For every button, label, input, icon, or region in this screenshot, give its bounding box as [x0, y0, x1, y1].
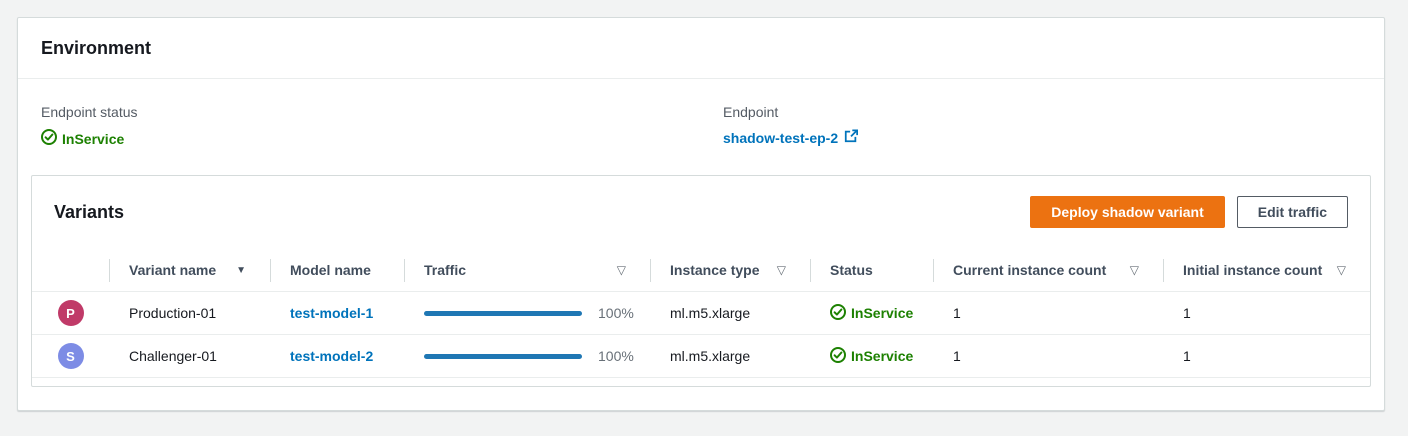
model-link[interactable]: test-model-2 [290, 348, 373, 364]
shadow-variant-badge: S [58, 343, 84, 369]
check-circle-icon [830, 347, 846, 366]
check-circle-icon [41, 129, 57, 148]
traffic-filter-icon[interactable]: ▽ [617, 263, 626, 277]
instance-type-filter-icon[interactable]: ▽ [777, 263, 786, 277]
endpoint-label: Endpoint [723, 104, 1371, 120]
traffic-percent: 100% [598, 348, 634, 364]
cell-initial-instance-count: 1 [1163, 292, 1370, 334]
header-cell-avatar [32, 249, 109, 291]
row-status: InService [830, 304, 913, 323]
endpoint-status-field: Endpoint status InService [41, 104, 723, 148]
table-row-challenger: S Challenger-01 test-model-2 100% ml.m5.… [32, 335, 1370, 378]
endpoint-summary: Endpoint status InService Endpoint shado… [31, 79, 1371, 148]
variants-table: Variant name ▼ Model name Traffic ▽ Inst… [32, 249, 1370, 386]
endpoint-field: Endpoint shadow-test-ep-2 [723, 104, 1371, 148]
instance-type-header-label: Instance type [670, 262, 759, 278]
variants-title: Variants [54, 202, 124, 223]
endpoint-link[interactable]: shadow-test-ep-2 [723, 129, 858, 146]
cell-avatar: S [32, 335, 109, 377]
header-cell-current-instance-count: Current instance count ▽ [933, 249, 1163, 291]
environment-title: Environment [41, 38, 151, 59]
check-circle-icon [830, 304, 846, 323]
cell-model-name: test-model-1 [270, 292, 404, 334]
row-status-text: InService [851, 348, 913, 364]
endpoint-status-text: InService [62, 131, 124, 147]
cell-status: InService [810, 335, 933, 377]
traffic-percent: 100% [598, 305, 634, 321]
cell-current-instance-count: 1 [933, 292, 1163, 334]
cell-variant-name: Challenger-01 [109, 335, 270, 377]
production-variant-badge: P [58, 300, 84, 326]
endpoint-status-label: Endpoint status [41, 104, 723, 120]
cell-traffic: 100% [404, 335, 650, 377]
traffic-bar [424, 311, 582, 316]
model-link[interactable]: test-model-1 [290, 305, 373, 321]
header-cell-traffic: Traffic ▽ [404, 249, 650, 291]
header-cell-model-name: Model name [270, 249, 404, 291]
current-count-filter-icon[interactable]: ▽ [1130, 263, 1139, 277]
edit-traffic-button[interactable]: Edit traffic [1237, 196, 1348, 228]
cell-model-name: test-model-2 [270, 335, 404, 377]
deploy-shadow-variant-button[interactable]: Deploy shadow variant [1030, 196, 1224, 228]
header-cell-status: Status [810, 249, 933, 291]
endpoint-status-value: InService [41, 129, 723, 148]
page: Environment Endpoint status InService En… [0, 0, 1408, 436]
row-status-text: InService [851, 305, 913, 321]
environment-body: Endpoint status InService Endpoint shado… [18, 79, 1384, 387]
cell-avatar: P [32, 292, 109, 334]
cell-instance-type: ml.m5.xlarge [650, 335, 810, 377]
cell-instance-type: ml.m5.xlarge [650, 292, 810, 334]
traffic-header-label: Traffic [424, 262, 466, 278]
table-footer-spacer [32, 378, 1370, 386]
external-link-icon [844, 129, 858, 146]
cell-initial-instance-count: 1 [1163, 335, 1370, 377]
variant-name-header-label: Variant name [129, 262, 216, 278]
initial-count-filter-icon[interactable]: ▽ [1337, 263, 1346, 277]
cell-status: InService [810, 292, 933, 334]
variants-table-header: Variant name ▼ Model name Traffic ▽ Inst… [32, 249, 1370, 292]
variants-panel: Variants Deploy shadow variant Edit traf… [31, 175, 1371, 387]
endpoint-link-text: shadow-test-ep-2 [723, 130, 838, 146]
environment-panel-header: Environment [18, 18, 1384, 79]
header-cell-initial-instance-count: Initial instance count ▽ [1163, 249, 1370, 291]
variants-panel-header: Variants Deploy shadow variant Edit traf… [32, 176, 1370, 249]
current-count-header-label: Current instance count [953, 262, 1106, 278]
row-status: InService [830, 347, 913, 366]
status-header-label: Status [830, 262, 873, 278]
traffic-bar [424, 354, 582, 359]
header-cell-variant-name[interactable]: Variant name ▼ [109, 249, 270, 291]
cell-traffic: 100% [404, 292, 650, 334]
cell-current-instance-count: 1 [933, 335, 1163, 377]
header-cell-instance-type: Instance type ▽ [650, 249, 810, 291]
table-row-production: P Production-01 test-model-1 100% ml.m5.… [32, 292, 1370, 335]
sort-descending-icon[interactable]: ▼ [236, 265, 246, 276]
variants-actions: Deploy shadow variant Edit traffic [1030, 196, 1348, 228]
initial-count-header-label: Initial instance count [1183, 262, 1322, 278]
cell-variant-name: Production-01 [109, 292, 270, 334]
model-name-header-label: Model name [290, 262, 371, 278]
environment-panel: Environment Endpoint status InService En… [17, 17, 1385, 411]
